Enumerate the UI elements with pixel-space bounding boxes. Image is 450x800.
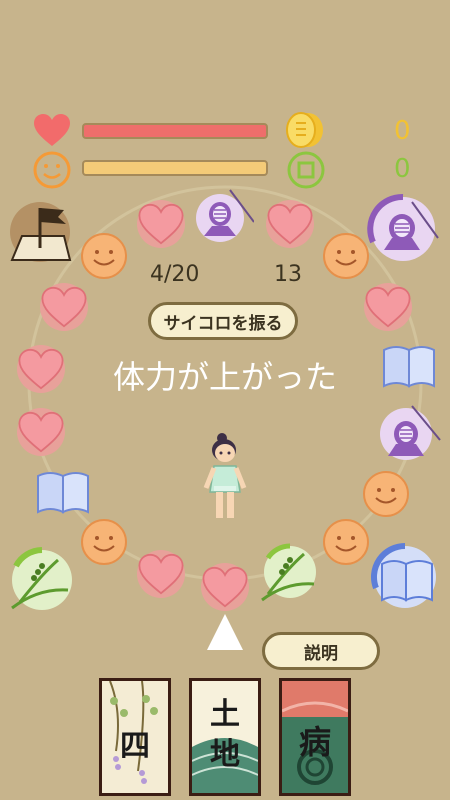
card-kanji: 土地 bbox=[210, 697, 240, 772]
happiness-bar bbox=[82, 160, 268, 176]
smiley-tile bbox=[363, 471, 409, 517]
status-message: 体力が上がった bbox=[112, 358, 337, 396]
roll-dice-button[interactable]: サイコロを振る bbox=[148, 302, 298, 340]
health-bar bbox=[82, 123, 268, 139]
book-tile bbox=[371, 543, 436, 608]
coin-icon bbox=[286, 112, 323, 148]
player-character bbox=[203, 433, 247, 518]
dice-count: 13 bbox=[274, 262, 302, 287]
hanafuda-card-3[interactable]: 病 bbox=[279, 678, 351, 796]
progress-label: 4/20 bbox=[150, 262, 200, 287]
smiley-tile bbox=[323, 233, 369, 279]
rice-plant-tile bbox=[11, 547, 72, 610]
card-kanji: 病 bbox=[298, 723, 331, 761]
heart-icon bbox=[138, 553, 184, 595]
heart-icon bbox=[34, 114, 70, 146]
explain-button[interactable]: 説明 bbox=[262, 632, 380, 670]
coin-value: 0 bbox=[394, 116, 411, 146]
rice-plant-tile bbox=[261, 543, 316, 602]
hanafuda-card-1[interactable]: 四 bbox=[99, 678, 171, 796]
card-kanji: 四 bbox=[120, 729, 150, 764]
smiley-tile bbox=[323, 519, 369, 565]
kendo-mask-tile bbox=[196, 189, 254, 242]
kendo-mask-tile bbox=[380, 405, 441, 460]
heart-icon bbox=[202, 566, 248, 608]
heart-icon bbox=[18, 411, 64, 453]
smiley-tile bbox=[81, 233, 127, 279]
heart-icon bbox=[138, 203, 184, 245]
heart-icon bbox=[267, 203, 313, 245]
smiley-tile bbox=[81, 519, 127, 565]
kendo-mask-tile bbox=[367, 193, 439, 261]
heart-icon bbox=[41, 286, 87, 328]
hanafuda-card-2[interactable]: 土地 bbox=[189, 678, 261, 796]
heart-icon bbox=[365, 286, 411, 328]
flag-icon bbox=[10, 202, 72, 262]
current-position-pointer bbox=[207, 614, 243, 650]
book-tile bbox=[37, 472, 89, 514]
